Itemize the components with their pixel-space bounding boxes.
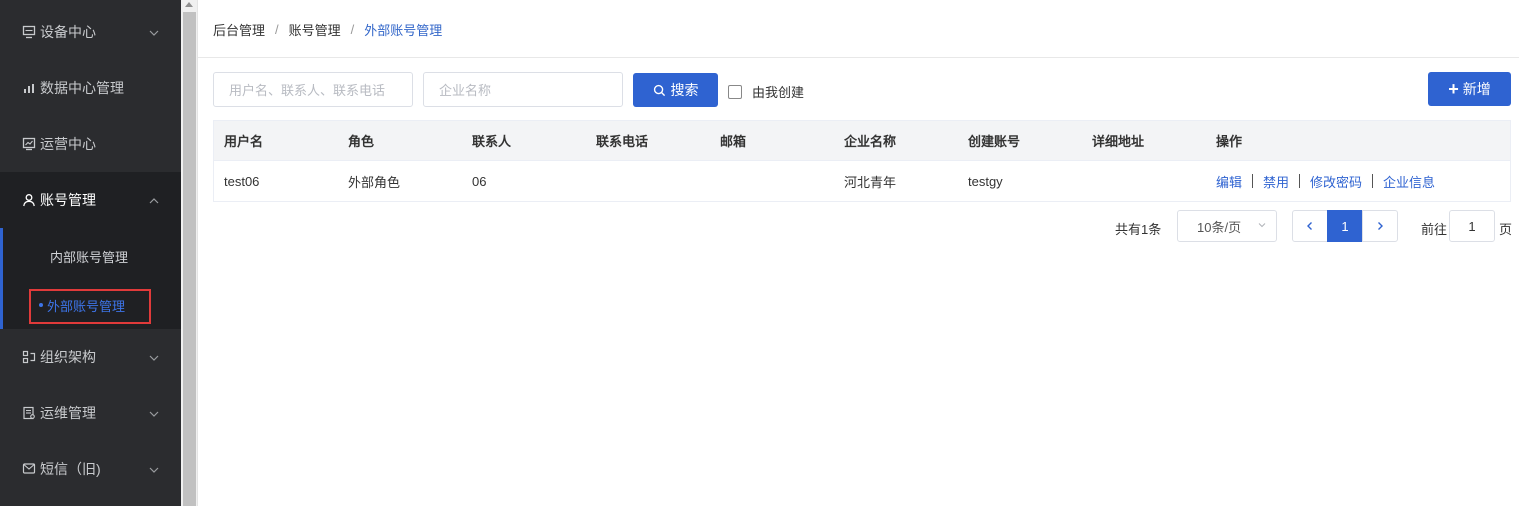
monitor-icon [22, 25, 36, 39]
checkbox-box[interactable] [728, 84, 742, 99]
sidebar-item-account-management[interactable]: 账号管理 [0, 172, 181, 228]
cell-role: 外部角色 [348, 174, 401, 190]
breadcrumb-separator: / [275, 22, 279, 37]
org-structure-icon [22, 350, 36, 364]
add-button[interactable]: + 新增 [1428, 72, 1511, 106]
column-header: 创建账号 [968, 134, 1021, 149]
divider [1372, 174, 1374, 188]
input-placeholder: 用户名、联系人、联系电话 [229, 83, 386, 98]
sidebar-item-ops-management[interactable]: 运维管理 [0, 385, 181, 441]
divider [1299, 174, 1301, 188]
goto-page-input[interactable]: 1 [1449, 210, 1495, 242]
column-header: 联系电话 [596, 134, 649, 149]
breadcrumb: 后台管理 / 账号管理 / 外部账号管理 [213, 20, 442, 39]
company-info-link[interactable]: 企业信息 [1383, 172, 1435, 191]
sidebar-item-operation-center[interactable]: 运营中心 [0, 116, 181, 172]
sidebar-item-data-center[interactable]: 数据中心管理 [0, 60, 181, 116]
main-content: 后台管理 / 账号管理 / 外部账号管理 用户名、联系人、联系电话 企业名称 搜… [198, 0, 1519, 506]
search-button-label: 搜索 [670, 82, 699, 98]
user-icon [22, 193, 36, 207]
message-icon [22, 462, 36, 476]
sidebar-item-label: 组织架构 [40, 349, 96, 365]
sidebar: 设备中心 数据中心管理 运营中心 账号管理 内部账号管理 外部账号管理 组织架构… [0, 0, 181, 506]
app-root: 设备中心 数据中心管理 运营中心 账号管理 内部账号管理 外部账号管理 组织架构… [0, 0, 1519, 506]
company-name-input[interactable]: 企业名称 [423, 72, 623, 107]
sidebar-subitem-internal-accounts[interactable]: 内部账号管理 [3, 236, 181, 276]
chevron-down-icon [1258, 223, 1266, 228]
cell-username: test06 [224, 173, 260, 189]
sidebar-item-device-center[interactable]: 设备中心 [0, 4, 181, 60]
scroll-up-arrow-icon[interactable] [185, 2, 193, 7]
chevron-right-icon [1378, 222, 1383, 230]
column-header: 详细地址 [1092, 134, 1145, 149]
bar-chart-icon [22, 81, 36, 95]
sidebar-item-label: 运营中心 [40, 136, 96, 152]
breadcrumb-item-account[interactable]: 账号管理 [289, 20, 341, 39]
edit-link[interactable]: 编辑 [1216, 172, 1242, 191]
keyword-search-input[interactable]: 用户名、联系人、联系电话 [213, 72, 413, 107]
divider [198, 57, 1519, 58]
breadcrumb-item-current: 外部账号管理 [364, 23, 443, 38]
column-header: 联系人 [472, 134, 512, 149]
chevron-down-icon [149, 351, 159, 361]
chevron-left-icon [1307, 222, 1312, 230]
goto-label: 前往 [1421, 222, 1448, 237]
page-suffix-label: 页 [1499, 222, 1513, 237]
checkbox-label: 由我创建 [752, 85, 805, 100]
change-password-link[interactable]: 修改密码 [1310, 172, 1362, 191]
sidebar-item-label: 短信（旧) [40, 461, 101, 477]
column-header: 角色 [348, 134, 375, 149]
sidebar-item-label: 账号管理 [40, 192, 96, 208]
table-header: 用户名 角色 联系人 联系电话 邮箱 企业名称 创建账号 详细地址 操作 [214, 121, 1510, 161]
breadcrumb-item-admin[interactable]: 后台管理 [213, 20, 265, 39]
pagination-total: 共有1条 [1115, 222, 1162, 237]
cell-operations: 编辑 禁用 修改密码 企业信息 [1206, 172, 1506, 191]
cell-company: 河北青年 [844, 174, 897, 190]
sidebar-item-label: 设备中心 [40, 24, 96, 40]
document-icon [22, 406, 36, 420]
table-row: test06 外部角色 06 河北青年 testgy 编辑 禁用 修改密码 企业… [214, 161, 1510, 201]
chevron-up-icon [149, 194, 159, 204]
cell-creator: testgy [968, 173, 1003, 189]
sidebar-item-label: 数据中心管理 [40, 80, 124, 96]
add-button-label: 新增 [1462, 81, 1491, 97]
column-header: 邮箱 [720, 134, 747, 149]
accounts-table: 用户名 角色 联系人 联系电话 邮箱 企业名称 创建账号 详细地址 操作 tes… [213, 120, 1511, 202]
chevron-down-icon [149, 26, 159, 36]
scrollbar-thumb[interactable] [183, 12, 196, 506]
next-page-button[interactable] [1362, 210, 1398, 242]
page-size-select[interactable]: 10条/页 [1177, 210, 1277, 242]
search-icon [653, 84, 665, 96]
column-header: 企业名称 [844, 134, 897, 149]
sidebar-item-org-structure[interactable]: 组织架构 [0, 329, 181, 385]
sidebar-item-label: 运维管理 [40, 405, 96, 421]
breadcrumb-separator: / [350, 22, 355, 37]
column-header: 用户名 [224, 134, 264, 149]
prev-page-button[interactable] [1292, 210, 1328, 242]
created-by-me-checkbox[interactable]: 由我创建 [728, 82, 804, 101]
chart-screen-icon [22, 137, 36, 151]
sidebar-subitem-label: 内部账号管理 [50, 249, 129, 265]
input-placeholder: 企业名称 [439, 83, 492, 98]
column-header: 操作 [1216, 134, 1243, 149]
page-size-value: 10条/页 [1197, 219, 1242, 235]
divider [1252, 174, 1254, 188]
search-button[interactable]: 搜索 [633, 73, 718, 107]
plus-icon: + [1448, 79, 1459, 99]
annotation-highlight-box [29, 289, 151, 324]
cell-contact: 06 [472, 173, 487, 189]
chevron-down-icon [149, 463, 159, 473]
disable-link[interactable]: 禁用 [1263, 172, 1289, 191]
sidebar-item-sms-old[interactable]: 短信（旧) [0, 441, 181, 497]
chevron-down-icon [149, 407, 159, 417]
page-number-current[interactable]: 1 [1327, 210, 1363, 242]
